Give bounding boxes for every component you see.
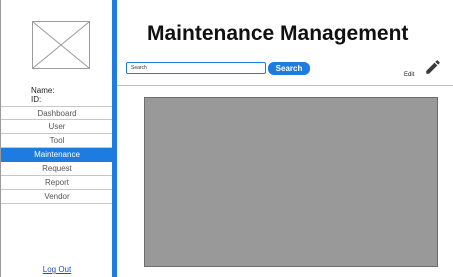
sidebar-item-tool[interactable]: Tool [1, 134, 113, 148]
edit-button[interactable] [424, 58, 442, 76]
sidebar-item-request[interactable]: Request [1, 162, 113, 176]
sidebar-item-vendor[interactable]: Vendor [1, 190, 113, 204]
sidebar: Name: ID: Dashboard User Tool Maintenanc… [0, 0, 113, 277]
header-divider [117, 85, 453, 86]
sidebar-item-report[interactable]: Report [1, 176, 113, 190]
sidebar-item-maintenance[interactable]: Maintenance [1, 148, 113, 162]
edit-label: Edit [404, 72, 415, 78]
search-button[interactable]: Search [268, 62, 310, 75]
logout-link[interactable]: Log Out [1, 265, 113, 274]
search-input[interactable] [126, 62, 266, 74]
sidebar-nav: Dashboard User Tool Maintenance Request … [1, 106, 113, 204]
content-placeholder [144, 97, 438, 267]
profile-id-label: ID: [31, 95, 42, 104]
profile-name-label: Name: [31, 86, 55, 95]
sidebar-divider [112, 0, 117, 277]
sidebar-item-dashboard[interactable]: Dashboard [1, 106, 113, 120]
image-placeholder-icon [33, 22, 89, 68]
pencil-icon [426, 60, 440, 74]
page-title: Maintenance Management [147, 22, 409, 45]
sidebar-item-user[interactable]: User [1, 120, 113, 134]
avatar [32, 21, 90, 69]
